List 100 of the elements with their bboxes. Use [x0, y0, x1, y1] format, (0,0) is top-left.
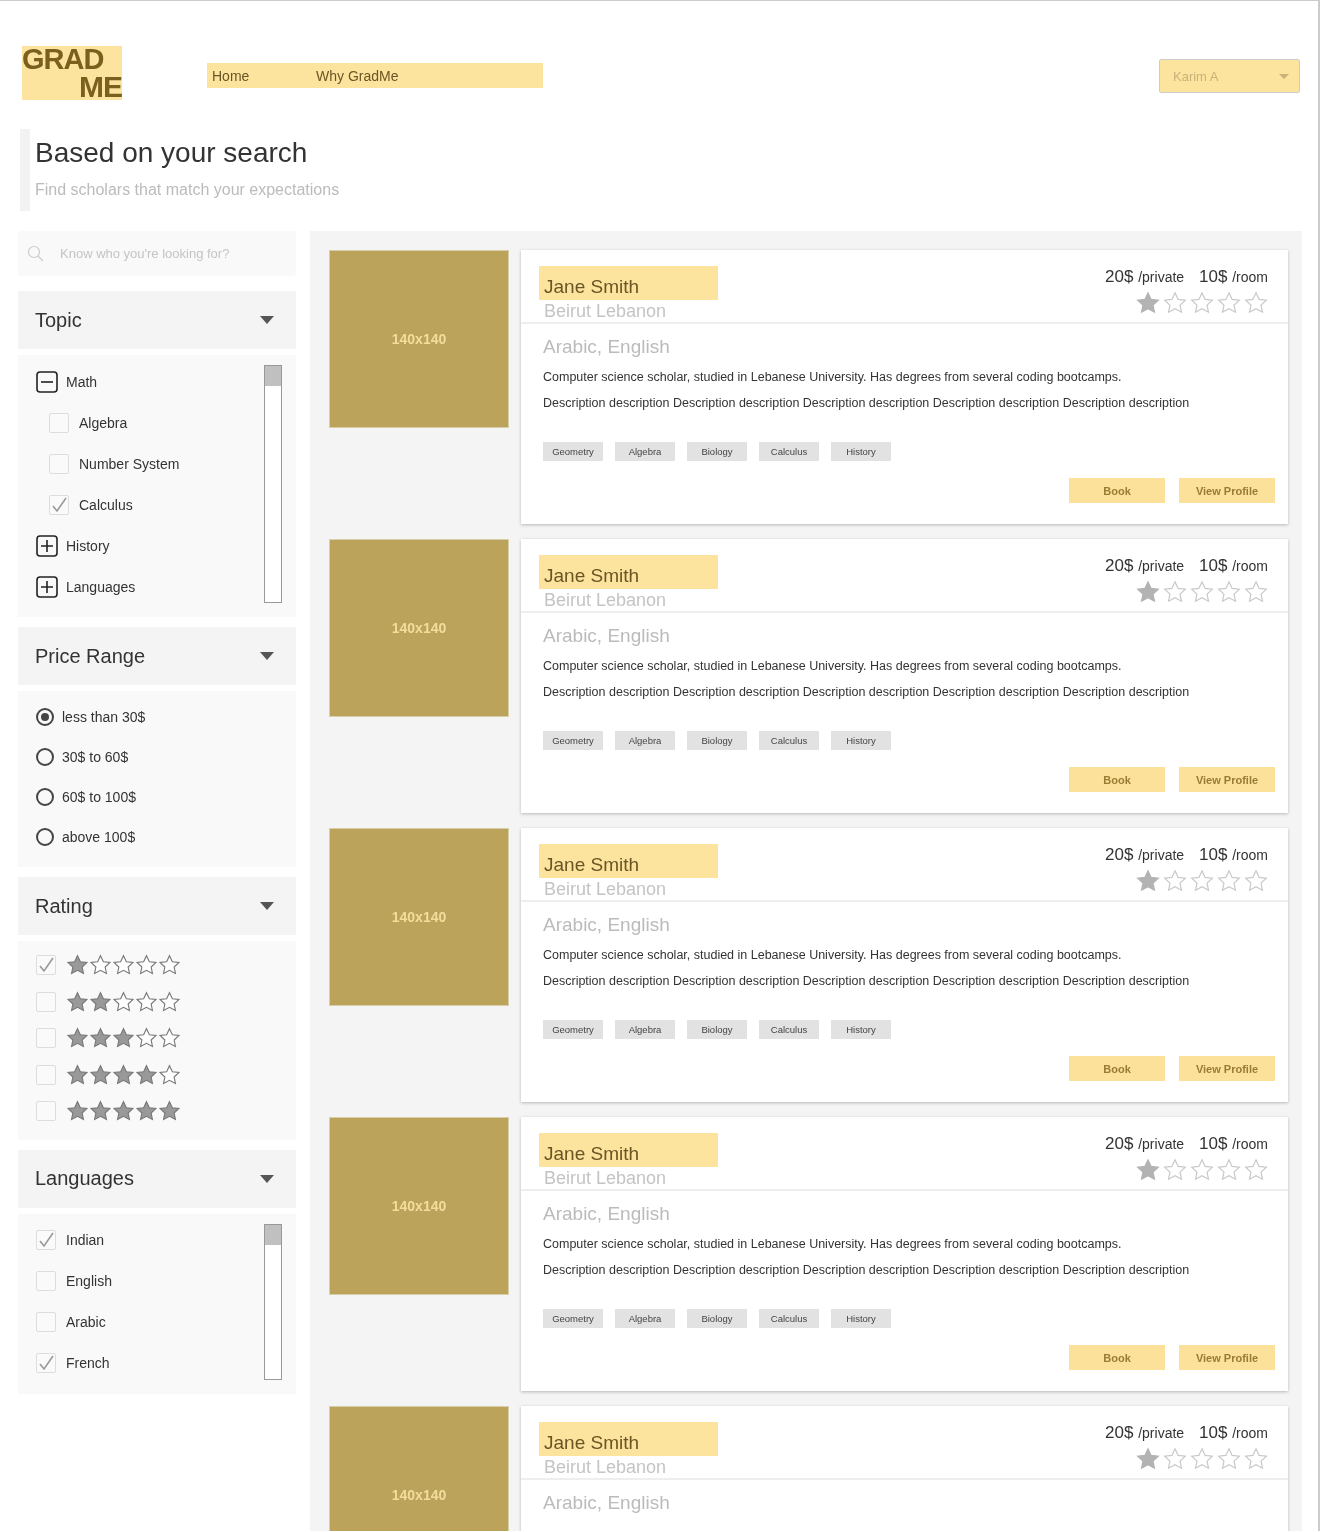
caret-icon: [1279, 73, 1289, 79]
topic-tag: Geometry: [543, 731, 603, 750]
filled-star-icon: [66, 1027, 89, 1050]
topic-tag: History: [831, 1309, 891, 1328]
topic-tag: Biology: [687, 442, 747, 461]
filter-title: Rating: [35, 894, 93, 918]
filled-star-icon: [66, 954, 89, 977]
filled-star-icon: [1136, 1158, 1160, 1182]
scrollbar-thumb[interactable]: [265, 1224, 281, 1245]
filter-header[interactable]: Languages: [18, 1149, 296, 1208]
scholar-name[interactable]: Jane Smith: [539, 1133, 718, 1167]
checkbox[interactable]: [36, 1101, 56, 1122]
option-label: Number System: [79, 455, 180, 472]
filled-star-icon: [66, 990, 89, 1013]
placeholder-label: 140x140: [391, 620, 447, 636]
scholar-name[interactable]: Jane Smith: [539, 844, 718, 878]
topic-tag: Biology: [687, 731, 747, 750]
checkbox[interactable]: [49, 412, 69, 433]
scholar-name[interactable]: Jane Smith: [539, 266, 718, 300]
caret-icon: [260, 652, 274, 660]
filled-star-icon: [89, 1100, 112, 1123]
topic-tag: Calculus: [759, 1309, 819, 1328]
radio-button[interactable]: [36, 788, 54, 806]
option-label: Math: [66, 373, 98, 390]
collapse-icon[interactable]: [36, 370, 58, 393]
filled-star-icon: [1136, 291, 1160, 315]
filled-star-icon: [112, 1027, 135, 1050]
topic-tag: Biology: [687, 1020, 747, 1039]
empty-star-icon: [1190, 580, 1214, 604]
topic-tag: Calculus: [759, 731, 819, 750]
book-button[interactable]: Book: [1069, 767, 1165, 792]
nav-link[interactable]: Home: [212, 67, 276, 84]
scholar-description: Computer science scholar, studied in Lebanese University. Has degrees from several coding bootcamps.: [543, 1237, 1123, 1251]
filter-header[interactable]: Rating: [18, 877, 296, 935]
checkbox[interactable]: [36, 1230, 56, 1250]
filled-star-icon: [135, 1100, 158, 1123]
empty-star-icon: [1244, 1158, 1268, 1182]
view-profile-button[interactable]: View Profile: [1179, 767, 1275, 792]
nav-link[interactable]: Why GradMe: [316, 67, 399, 84]
scholar-description: Computer science scholar, studied in Lebanese University. Has degrees from several coding bootcamps.: [543, 659, 1123, 673]
checkbox[interactable]: [49, 453, 69, 474]
checkbox[interactable]: [36, 1028, 56, 1049]
checkbox[interactable]: [36, 1271, 56, 1291]
view-profile-button[interactable]: View Profile: [1179, 1345, 1275, 1370]
empty-star-icon: [1217, 580, 1241, 604]
filled-star-icon: [1136, 869, 1160, 893]
radio-button[interactable]: [36, 708, 54, 726]
topic-tag: Algebra: [615, 731, 675, 750]
price: 20$ /private: [1105, 267, 1185, 287]
checkbox[interactable]: [36, 991, 56, 1012]
filled-star-icon: [89, 1027, 112, 1050]
expand-icon[interactable]: [36, 534, 58, 557]
empty-star-icon: [1217, 869, 1241, 893]
checkbox[interactable]: [49, 494, 69, 515]
empty-star-icon: [1190, 291, 1214, 315]
option-label: English: [66, 1273, 112, 1289]
placeholder-label: 140x140: [391, 1487, 447, 1503]
placeholder-label: 140x140: [391, 331, 447, 347]
filled-star-icon: [66, 1063, 89, 1086]
empty-star-icon: [1163, 291, 1187, 315]
topic-tag: Algebra: [615, 1020, 675, 1039]
scholar-languages: Arabic, English: [543, 336, 671, 358]
view-profile-button[interactable]: View Profile: [1179, 1056, 1275, 1081]
view-profile-button[interactable]: View Profile: [1179, 478, 1275, 503]
scholar-name[interactable]: Jane Smith: [539, 555, 718, 589]
scholar-languages: Arabic, English: [543, 1492, 671, 1514]
scholar-location: Beirut Lebanon: [544, 1168, 668, 1189]
book-button[interactable]: Book: [1069, 1345, 1165, 1370]
checkbox[interactable]: [36, 1312, 56, 1332]
checkbox[interactable]: [36, 1064, 56, 1085]
price: 20$ /private: [1105, 1423, 1185, 1443]
search-icon: [27, 245, 44, 262]
book-button[interactable]: Book: [1069, 478, 1165, 503]
filled-star-icon: [112, 1100, 135, 1123]
checkbox[interactable]: [36, 1353, 56, 1373]
scrollbar[interactable]: [264, 365, 282, 603]
scrollbar[interactable]: [264, 1223, 282, 1380]
expand-icon[interactable]: [36, 575, 58, 598]
radio-button[interactable]: [36, 828, 54, 846]
scrollbar-thumb[interactable]: [265, 366, 281, 386]
option-label: less than 30$: [62, 709, 146, 725]
empty-star-icon: [1244, 291, 1268, 315]
price: 10$ /room: [1199, 1423, 1268, 1443]
filter-header[interactable]: Price Range: [18, 627, 296, 685]
filter-title: Price Range: [35, 644, 146, 668]
empty-star-icon: [1163, 580, 1187, 604]
logo[interactable]: GRAD ME: [22, 46, 122, 100]
caret-icon: [260, 316, 274, 324]
filled-star-icon: [135, 1063, 158, 1086]
empty-star-icon: [1217, 1158, 1241, 1182]
option-label: Algebra: [79, 414, 128, 431]
book-button[interactable]: Book: [1069, 1056, 1165, 1081]
filter-header[interactable]: Topic: [18, 291, 296, 349]
topic-tag: Geometry: [543, 1309, 603, 1328]
scholar-name[interactable]: Jane Smith: [539, 1422, 718, 1456]
radio-button[interactable]: [36, 748, 54, 766]
checkbox[interactable]: [36, 955, 56, 976]
topic-tag: Geometry: [543, 1020, 603, 1039]
price: 10$ /room: [1199, 845, 1268, 865]
placeholder-label: 140x140: [391, 1198, 447, 1214]
